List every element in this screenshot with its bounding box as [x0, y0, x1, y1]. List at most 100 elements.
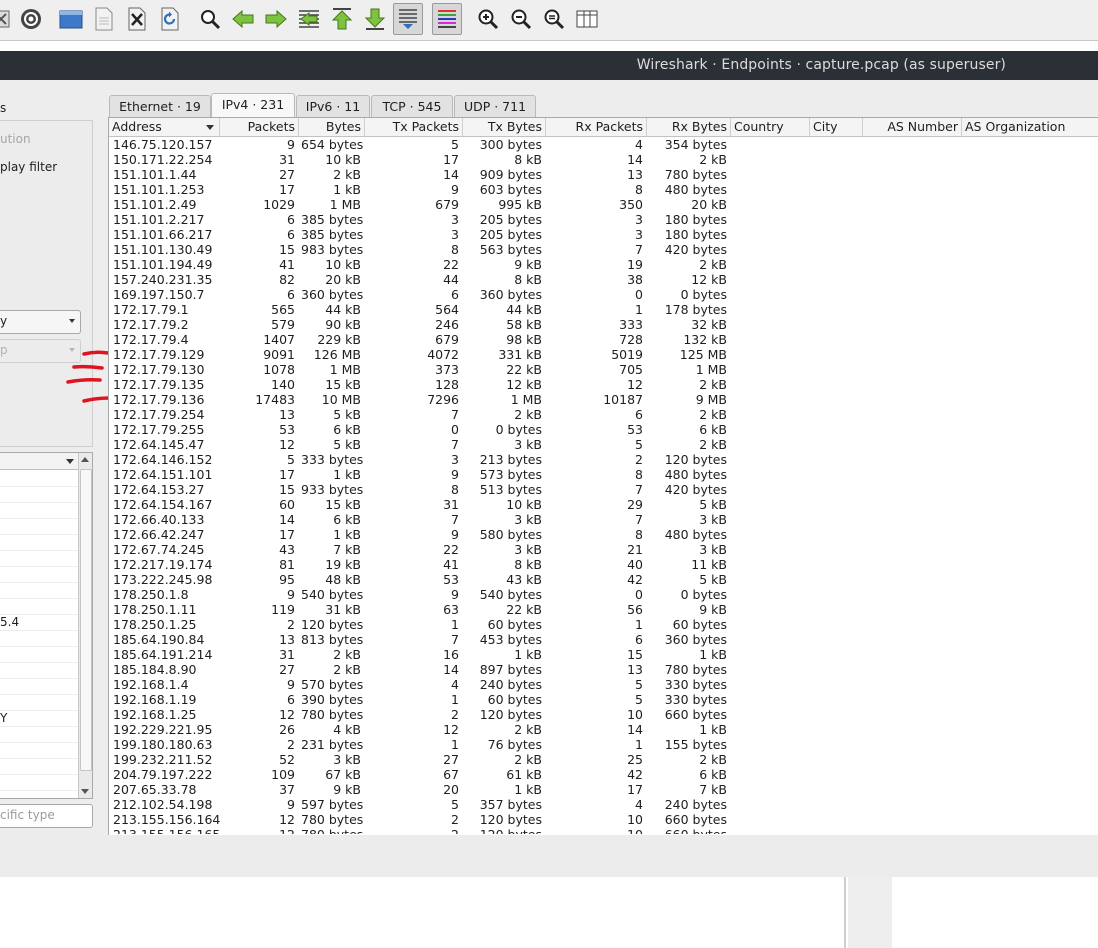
table-row[interactable]: 151.101.130.49 15 983 bytes 8 563 bytes 7 420 …: [109, 242, 1098, 257]
list-item[interactable]: [0, 470, 78, 487]
colorize-icon[interactable]: [432, 3, 462, 35]
table-body[interactable]: 146.75.120.157 9 654 bytes 5 300 bytes 4 354 b…: [109, 137, 1098, 834]
go-forward-icon[interactable]: [261, 3, 291, 35]
table-row[interactable]: 178.250.1.8 9 540 bytes 9 540 bytes 0 0 bytes: [109, 587, 1098, 602]
table-row[interactable]: 172.17.79.129 9091 126 MB 4072 331 kB 5019 125…: [109, 347, 1098, 362]
list-item[interactable]: Y: [0, 710, 78, 727]
table-row[interactable]: 172.64.145.47 12 5 kB 7 3 kB 5 2 kB: [109, 437, 1098, 452]
type-filter-input[interactable]: cific type: [0, 804, 93, 828]
autoscroll-icon[interactable]: [393, 3, 423, 35]
tab-ethernet[interactable]: Ethernet · 19: [109, 95, 211, 117]
zoom-out-icon[interactable]: [506, 3, 536, 35]
list-item[interactable]: [0, 534, 78, 551]
capture-options-icon[interactable]: [16, 3, 46, 35]
scroll-down-icon[interactable]: [81, 789, 89, 794]
go-back-icon[interactable]: [228, 3, 258, 35]
table-row[interactable]: 151.101.2.217 6 385 bytes 3 205 bytes 3 180 by…: [109, 212, 1098, 227]
table-row[interactable]: 169.197.150.7 6 360 bytes 6 360 bytes 0 0 byte…: [109, 287, 1098, 302]
list-item[interactable]: [0, 646, 78, 663]
table-row[interactable]: 199.180.180.63 2 231 bytes 1 76 bytes 1 155 by…: [109, 737, 1098, 752]
table-row[interactable]: 192.168.1.4 9 570 bytes 4 240 bytes 5 330 byte…: [109, 677, 1098, 692]
table-row[interactable]: 172.17.79.130 1078 1 MB 373 22 kB 705 1 MB: [109, 362, 1098, 377]
column-header-tx-packets[interactable]: Tx Packets: [365, 118, 463, 136]
table-row[interactable]: 192.168.1.25 12 780 bytes 2 120 bytes 10 660 b…: [109, 707, 1098, 722]
list-item[interactable]: [0, 518, 78, 535]
tab-udp[interactable]: UDP · 711: [454, 95, 536, 117]
table-row[interactable]: 212.102.54.198 9 597 bytes 5 357 bytes 4 240 b…: [109, 797, 1098, 812]
table-row[interactable]: 192.168.1.19 6 390 bytes 1 60 bytes 5 330 byte…: [109, 692, 1098, 707]
tab-ipv6[interactable]: IPv6 · 11: [296, 95, 370, 117]
zoom-in-icon[interactable]: [473, 3, 503, 35]
table-row[interactable]: 151.101.194.49 41 10 kB 22 9 kB 19 2 kB: [109, 257, 1098, 272]
list-item[interactable]: [0, 742, 78, 759]
table-row[interactable]: 185.64.190.84 13 813 bytes 7 453 bytes 6 360 b…: [109, 632, 1098, 647]
table-row[interactable]: 172.64.146.152 5 333 bytes 3 213 bytes 2 120 b…: [109, 452, 1098, 467]
table-row[interactable]: 172.17.79.136 17483 10 MB 7296 1 MB 10187 9 MB: [109, 392, 1098, 407]
go-first-icon[interactable]: [327, 3, 357, 35]
column-header-packets[interactable]: Packets: [220, 118, 299, 136]
table-row[interactable]: 172.17.79.1 565 44 kB 564 44 kB 1 178 bytes: [109, 302, 1098, 317]
table-row[interactable]: 185.64.191.214 31 2 kB 16 1 kB 15 1 kB: [109, 647, 1098, 662]
table-row[interactable]: 151.101.1.44 27 2 kB 14 909 bytes 13 780 bytes: [109, 167, 1098, 182]
list-item[interactable]: [0, 502, 78, 519]
table-row[interactable]: 204.79.197.222 109 67 kB 67 61 kB 42 6 kB: [109, 767, 1098, 782]
column-header-tx-bytes[interactable]: Tx Bytes: [463, 118, 546, 136]
column-header-as-number[interactable]: AS Number: [863, 118, 962, 136]
list-item[interactable]: [0, 486, 78, 503]
column-header-bytes[interactable]: Bytes: [299, 118, 365, 136]
table-row[interactable]: 173.222.245.98 95 48 kB 53 43 kB 42 5 kB: [109, 572, 1098, 587]
endpoints-table[interactable]: Address Packets Bytes Tx Packets Tx Byte…: [108, 117, 1098, 836]
table-row[interactable]: 150.171.22.254 31 10 kB 17 8 kB 14 2 kB: [109, 152, 1098, 167]
table-row[interactable]: 207.65.33.78 37 9 kB 20 1 kB 17 7 kB: [109, 782, 1098, 797]
list-scrollbar[interactable]: [78, 453, 92, 798]
endpoint-types-list[interactable]: 5.4 Y: [0, 452, 93, 799]
go-to-packet-icon[interactable]: [294, 3, 324, 35]
list-item[interactable]: [0, 678, 78, 695]
tab-ipv4[interactable]: IPv4 · 231: [211, 93, 295, 118]
table-row[interactable]: 192.229.221.95 26 4 kB 12 2 kB 14 1 kB: [109, 722, 1098, 737]
list-item[interactable]: [0, 582, 78, 599]
list-item[interactable]: [0, 630, 78, 647]
table-row[interactable]: 151.101.66.217 6 385 bytes 3 205 bytes 3 180 b…: [109, 227, 1098, 242]
table-row[interactable]: 178.250.1.25 2 120 bytes 1 60 bytes 1 60 bytes: [109, 617, 1098, 632]
table-row[interactable]: 172.217.19.174 81 19 kB 41 8 kB 40 11 kB: [109, 557, 1098, 572]
table-row[interactable]: 146.75.120.157 9 654 bytes 5 300 bytes 4 354 b…: [109, 137, 1098, 152]
table-row[interactable]: 172.17.79.4 1407 229 kB 679 98 kB 728 132 kB: [109, 332, 1098, 347]
close-file-icon[interactable]: [0, 3, 16, 35]
find-packet-icon[interactable]: [195, 3, 225, 35]
table-row[interactable]: 172.17.79.254 13 5 kB 7 2 kB 6 2 kB: [109, 407, 1098, 422]
table-row[interactable]: 185.184.8.90 27 2 kB 14 897 bytes 13 780 bytes: [109, 662, 1098, 677]
table-row[interactable]: 172.17.79.2 579 90 kB 246 58 kB 333 32 kB: [109, 317, 1098, 332]
list-item[interactable]: [0, 726, 78, 743]
list-item[interactable]: [0, 694, 78, 711]
table-row[interactable]: 172.66.40.133 14 6 kB 7 3 kB 7 3 kB: [109, 512, 1098, 527]
scroll-up-icon[interactable]: [81, 457, 89, 462]
column-header-city[interactable]: City: [810, 118, 863, 136]
table-row[interactable]: 172.64.151.101 17 1 kB 9 573 bytes 8 480 bytes: [109, 467, 1098, 482]
tab-tcp[interactable]: TCP · 545: [371, 95, 453, 117]
resize-columns-icon[interactable]: [572, 3, 602, 35]
table-row[interactable]: 157.240.231.35 82 20 kB 44 8 kB 38 12 kB: [109, 272, 1098, 287]
list-item[interactable]: 5.4: [0, 614, 78, 631]
table-row[interactable]: 172.64.153.27 15 933 bytes 8 513 bytes 7 420 b…: [109, 482, 1098, 497]
list-item[interactable]: [0, 758, 78, 775]
list-item[interactable]: [0, 774, 78, 791]
open-file-icon[interactable]: [56, 3, 86, 35]
reload-icon[interactable]: [155, 3, 185, 35]
list-item[interactable]: [0, 550, 78, 567]
table-row[interactable]: 199.232.211.52 52 3 kB 27 2 kB 25 2 kB: [109, 752, 1098, 767]
column-header-rx-packets[interactable]: Rx Packets: [546, 118, 647, 136]
table-row[interactable]: 213.155.156.16512780 bytes2120 bytes1066…: [109, 827, 1098, 834]
column-header-rx-bytes[interactable]: Rx Bytes: [647, 118, 731, 136]
list-item[interactable]: [0, 566, 78, 583]
table-row[interactable]: 172.67.74.245 43 7 kB 22 3 kB 21 3 kB: [109, 542, 1098, 557]
save-file-icon[interactable]: [89, 3, 119, 35]
table-row[interactable]: 172.17.79.135 140 15 kB 128 12 kB 12 2 kB: [109, 377, 1098, 392]
table-row[interactable]: 172.17.79.255 53 6 kB 0 0 bytes 53 6 kB: [109, 422, 1098, 437]
table-row[interactable]: 151.101.2.49 1029 1 MB 679 995 kB 350 20 kB: [109, 197, 1098, 212]
table-row[interactable]: 178.250.1.11 119 31 kB 63 22 kB 56 9 kB: [109, 602, 1098, 617]
close-capture-icon[interactable]: [122, 3, 152, 35]
zoom-normal-icon[interactable]: [539, 3, 569, 35]
column-header-country[interactable]: Country: [731, 118, 810, 136]
list-header[interactable]: [0, 453, 78, 470]
